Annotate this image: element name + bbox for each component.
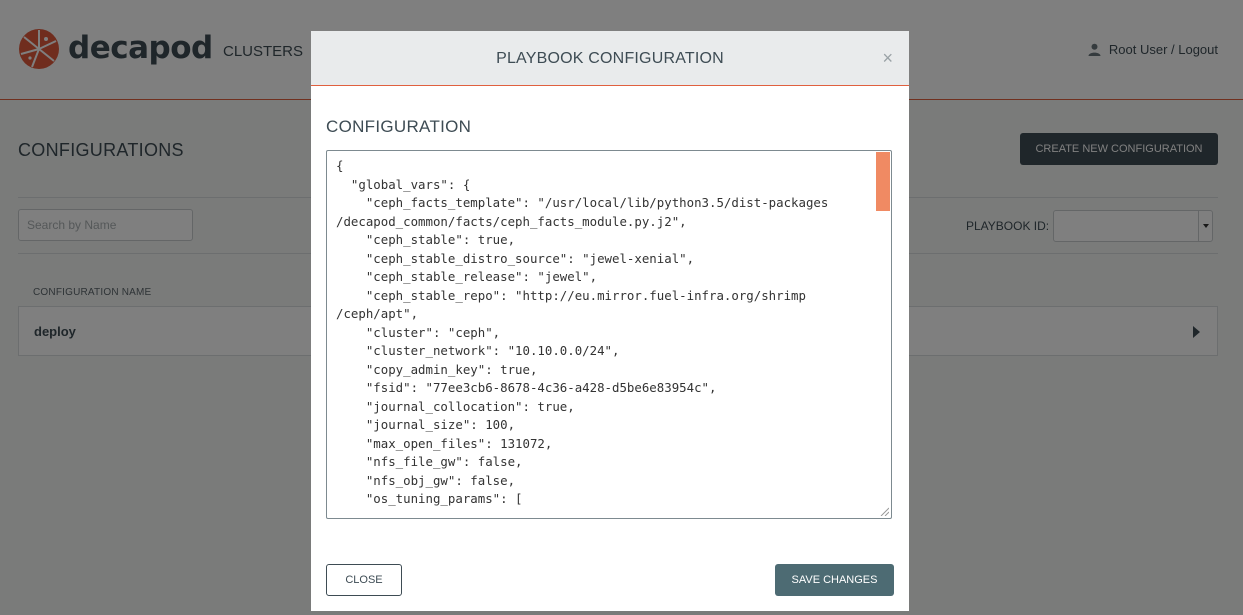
- code-line: "max_open_files": 131072,: [336, 435, 553, 451]
- save-changes-button[interactable]: SAVE CHANGES: [775, 564, 894, 596]
- code-line: "ceph_facts_template": "/usr/local/lib/p…: [336, 195, 829, 210]
- code-line: "ceph_stable": true,: [336, 232, 516, 247]
- close-button[interactable]: CLOSE: [326, 564, 402, 596]
- code-line: "ceph_stable_release": "jewel",: [336, 269, 598, 284]
- code-line: "nfs_file_gw": false,: [336, 454, 523, 469]
- code-line: "journal_collocation": true,: [336, 398, 575, 414]
- code-line: "cluster_network": "10.10.0.0/24",: [336, 343, 620, 358]
- code-line: "copy_admin_key": true,: [336, 361, 538, 377]
- code-line: {: [336, 158, 344, 173]
- modal-title: PLAYBOOK CONFIGURATION: [496, 50, 724, 67]
- resize-grip-icon[interactable]: [879, 506, 889, 516]
- configuration-code[interactable]: { "global_vars": { "ceph_facts_template"…: [336, 157, 866, 509]
- configuration-editor[interactable]: { "global_vars": { "ceph_facts_template"…: [326, 150, 892, 519]
- code-line: /ceph/apt",: [336, 306, 419, 321]
- code-line: "global_vars": {: [336, 176, 471, 192]
- modal-header: PLAYBOOK CONFIGURATION ×: [311, 31, 909, 86]
- section-title: CONFIGURATION: [326, 117, 472, 136]
- code-line: "os_tuning_params": [: [336, 491, 523, 506]
- code-line: "ceph_stable_repo": "http://eu.mirror.fu…: [336, 287, 806, 303]
- code-line: "nfs_obj_gw": false,: [336, 472, 516, 488]
- code-line: "journal_size": 100,: [336, 417, 516, 432]
- scrollbar-thumb[interactable]: [876, 152, 890, 211]
- code-line: "ceph_stable_distro_source": "jewel-xeni…: [336, 250, 695, 266]
- playbook-configuration-modal: PLAYBOOK CONFIGURATION × CONFIGURATION {…: [311, 31, 909, 611]
- close-icon[interactable]: ×: [882, 49, 893, 67]
- code-line: /decapod_common/facts/ceph_facts_module.…: [336, 213, 687, 229]
- code-line: "cluster": "ceph",: [336, 324, 501, 340]
- code-line: "fsid": "77ee3cb6-8678-4c36-a428-d5be6e8…: [336, 380, 717, 395]
